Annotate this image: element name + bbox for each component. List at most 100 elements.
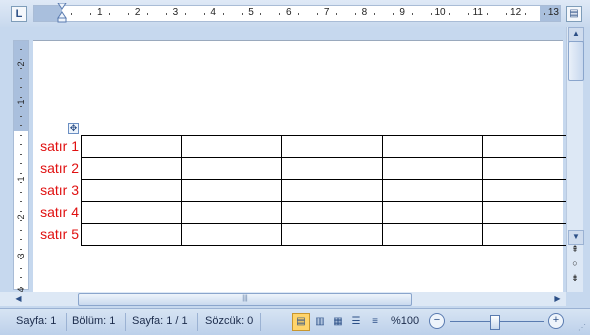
zoom-level[interactable]: %100	[391, 315, 419, 327]
ruler-tick	[20, 267, 22, 269]
ruler-tick	[20, 258, 22, 259]
table-cell[interactable]	[81, 179, 182, 202]
table-cell[interactable]	[382, 157, 483, 180]
resize-grip-icon[interactable]: ⋰	[578, 323, 587, 332]
table-cell[interactable]	[482, 179, 568, 202]
status-divider	[197, 313, 198, 331]
ruler-tick	[90, 13, 92, 15]
ruler-tick	[20, 49, 22, 50]
horizontal-scrollbar[interactable]: ◀ ||| ▶	[0, 292, 566, 306]
word-count-status[interactable]: Sözcük: 0	[205, 315, 253, 327]
table-cell[interactable]	[81, 135, 182, 158]
indent-marker-icon[interactable]	[57, 3, 67, 23]
table-cell[interactable]	[482, 135, 568, 158]
table-cell[interactable]	[382, 223, 483, 246]
ruler-tick	[20, 286, 22, 288]
ruler-number: 11	[472, 7, 483, 18]
scroll-left-button[interactable]: ◀	[12, 293, 25, 305]
zoom-out-icon[interactable]: −	[429, 313, 445, 329]
tab-stop-selector[interactable]: L	[11, 6, 27, 22]
ruler-tick	[298, 13, 300, 15]
document-table[interactable]	[81, 135, 568, 246]
outline-view-icon[interactable]: ☰	[347, 313, 365, 331]
ruler-tick	[20, 125, 22, 126]
horizontal-scroll-thumb[interactable]: |||	[78, 293, 412, 306]
ruler-tick	[109, 13, 111, 15]
table-cell[interactable]	[181, 157, 282, 180]
table-cell[interactable]	[482, 201, 568, 224]
ruler-tick	[449, 13, 451, 15]
double-up-arrow-icon[interactable]: ⇞	[569, 243, 581, 255]
ruler-tick	[20, 277, 22, 278]
zoom-slider-thumb[interactable]	[490, 315, 500, 330]
status-bar: Sayfa: 1 Bölüm: 1 Sayfa: 1 / 1 Sözcük: 0…	[0, 308, 590, 335]
print-layout-view-icon[interactable]: ▤	[292, 313, 310, 331]
table-cell[interactable]	[382, 179, 483, 202]
view-ruler-icon[interactable]: ▤	[566, 6, 582, 22]
table-cell[interactable]	[281, 223, 383, 246]
ruler-tick	[147, 13, 149, 15]
web-layout-view-icon[interactable]: ▦	[329, 313, 347, 331]
table-row[interactable]	[81, 157, 568, 180]
ruler-tick	[165, 13, 167, 15]
ruler-tick	[468, 13, 470, 15]
row-label: satır 3	[40, 182, 79, 198]
status-divider	[66, 313, 67, 331]
ruler-tick	[20, 106, 22, 107]
double-down-arrow-icon[interactable]: ⇟	[569, 272, 581, 284]
table-cell[interactable]	[181, 201, 282, 224]
vertical-scrollbar[interactable]: ▲ ▼ ⇞ ○ ⇟	[566, 27, 584, 292]
table-cell[interactable]	[382, 201, 483, 224]
table-cell[interactable]	[81, 201, 182, 224]
scroll-right-button[interactable]: ▶	[551, 293, 564, 305]
ruler-tick	[506, 13, 508, 15]
ruler-number: 6	[286, 7, 292, 18]
table-cell[interactable]	[81, 223, 182, 246]
draft-view-icon[interactable]: ≡	[366, 313, 384, 331]
zoom-in-icon[interactable]: +	[548, 313, 564, 329]
table-cell[interactable]	[181, 179, 282, 202]
ruler-number: 5	[248, 7, 254, 18]
ruler-tick	[392, 13, 394, 15]
table-cell[interactable]	[281, 157, 383, 180]
ruler-number: 12	[510, 7, 522, 18]
top-margin-area	[14, 41, 28, 131]
ruler-tick	[203, 13, 205, 15]
page-count-status[interactable]: Sayfa: 1 / 1	[132, 315, 188, 327]
table-cell[interactable]	[482, 223, 568, 246]
table-cell[interactable]	[281, 135, 383, 158]
ruler-number: 3	[172, 7, 179, 18]
table-cell[interactable]	[81, 157, 182, 180]
ruler-tick	[487, 13, 489, 15]
horizontal-ruler[interactable]: 1 2 3 4 5 6 7 8 9 10 11 12 13	[33, 5, 561, 22]
table-row[interactable]	[81, 179, 568, 202]
circle-icon[interactable]: ○	[569, 257, 581, 269]
table-cell[interactable]	[281, 201, 383, 224]
ruler-number: 4	[210, 7, 216, 18]
ruler-tick	[354, 13, 356, 15]
ruler-number: 8	[361, 7, 368, 18]
ruler-number: 13	[547, 7, 559, 18]
page-number-status[interactable]: Sayfa: 1	[16, 315, 56, 327]
table-cell[interactable]	[382, 135, 483, 158]
table-row[interactable]	[81, 135, 568, 158]
table-row[interactable]	[81, 223, 568, 246]
row-label: satır 4	[40, 204, 79, 220]
ruler-tick	[184, 13, 186, 15]
ruler-tick	[317, 13, 319, 15]
full-screen-reading-view-icon[interactable]: ▥	[311, 313, 329, 331]
table-cell[interactable]	[281, 179, 383, 202]
vertical-scroll-thumb[interactable]	[568, 41, 584, 81]
table-cell[interactable]	[482, 157, 568, 180]
move-cross-icon[interactable]: ✥	[68, 123, 79, 134]
ruler-tick	[20, 115, 22, 117]
ruler-number: 9	[399, 7, 405, 18]
ruler-tick	[336, 13, 338, 15]
scroll-up-button[interactable]: ▲	[568, 27, 584, 42]
table-row[interactable]	[81, 201, 568, 224]
table-cell[interactable]	[181, 135, 282, 158]
table-cell[interactable]	[181, 223, 282, 246]
ruler-number: 2	[134, 7, 141, 18]
section-status[interactable]: Bölüm: 1	[72, 315, 115, 327]
ruler-tick	[20, 248, 22, 250]
